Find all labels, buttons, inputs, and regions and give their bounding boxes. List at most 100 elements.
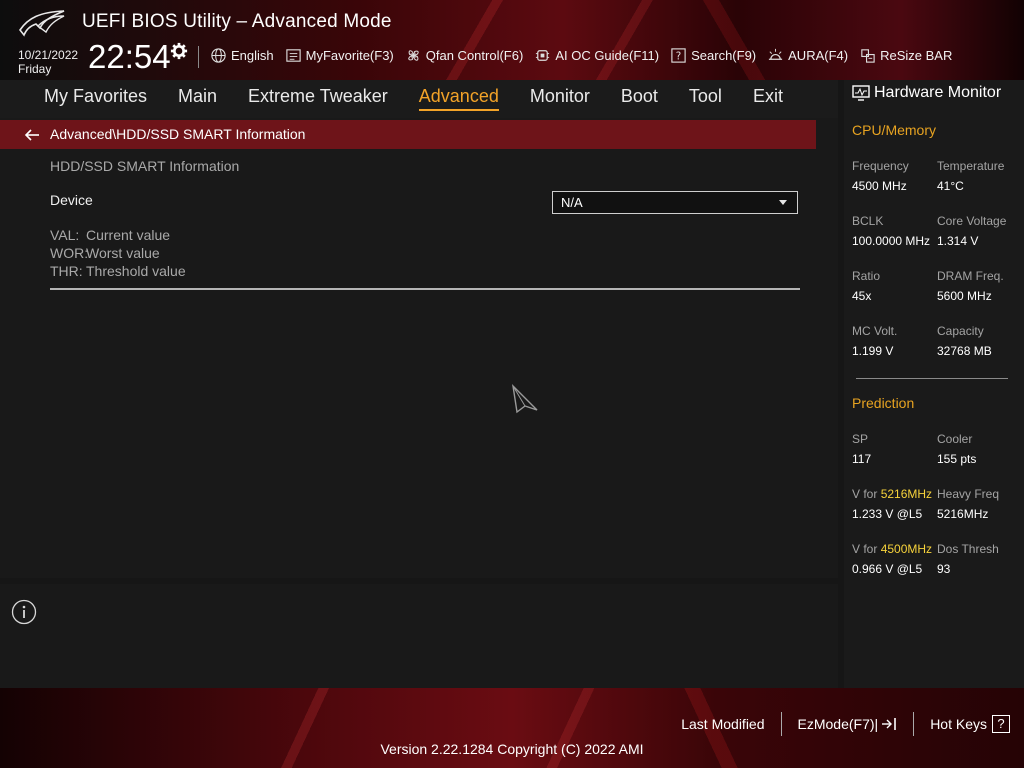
hw-sp: SP 117	[852, 432, 942, 466]
hardware-monitor-header: Hardware Monitor	[852, 84, 1001, 102]
exit-arrow-icon	[882, 718, 896, 730]
tab-my-favorites[interactable]: My Favorites	[44, 86, 147, 111]
resize-bar-button[interactable]: ReSize BAR	[859, 47, 952, 64]
hw-value: 0.966 V @L5	[852, 562, 923, 576]
breadcrumb-bar: Advanced\HDD/SSD SMART Information	[0, 120, 816, 149]
footer-divider	[780, 712, 782, 736]
main-panel: Advanced\HDD/SSD SMART Information HDD/S…	[0, 118, 838, 578]
favorite-list-icon	[285, 49, 301, 62]
footer-buttons: Last Modified EzMode(F7)| Hot Keys ?	[681, 712, 1010, 736]
legend-desc: Current value	[86, 227, 171, 243]
rog-logo-icon	[19, 10, 65, 37]
footer-bar: Last Modified EzMode(F7)| Hot Keys ? Ver…	[0, 688, 1024, 768]
globe-icon	[211, 48, 226, 63]
tab-monitor[interactable]: Monitor	[530, 86, 590, 111]
main-nav: My Favorites Main Extreme Tweaker Advanc…	[0, 80, 838, 118]
hw-label: V for 4500MHz	[852, 542, 942, 556]
ezmode-button[interactable]: EzMode(F7)|	[798, 716, 898, 732]
language-button[interactable]: English	[210, 47, 274, 64]
hw-value: 45x	[852, 289, 872, 303]
search-label: Search(F9)	[691, 48, 757, 63]
v-for-freq: 5216MHz	[880, 487, 933, 501]
device-label: Device	[50, 192, 93, 208]
toolbar: English MyFavorite(F3) Qfan Control(F6) …	[210, 47, 963, 64]
hw-core-voltage: Core Voltage 1.314 V	[937, 214, 1024, 248]
caret-down-icon	[779, 200, 787, 205]
hw-value: 1.233 V @L5	[852, 507, 923, 521]
hw-value: 32768 MB	[937, 344, 992, 358]
hw-value: 41°C	[937, 179, 964, 193]
hw-label: SP	[852, 432, 869, 446]
hw-label: Core Voltage	[937, 214, 1007, 228]
search-help-icon: ?	[671, 48, 686, 63]
device-dropdown[interactable]: N/A	[552, 191, 798, 214]
hw-value: 5216MHz	[937, 507, 989, 521]
tab-tool[interactable]: Tool	[689, 86, 722, 111]
breadcrumb: Advanced\HDD/SSD SMART Information	[50, 126, 306, 142]
last-modified-label: Last Modified	[681, 716, 765, 732]
last-modified-button[interactable]: Last Modified	[681, 716, 764, 732]
info-icon	[11, 599, 37, 625]
hw-mc-volt: MC Volt. 1.199 V	[852, 324, 942, 358]
hw-label: BCLK	[852, 214, 884, 228]
v-for-prefix: V for	[852, 487, 881, 501]
aura-light-icon	[769, 48, 783, 60]
device-dropdown-value: N/A	[561, 195, 583, 210]
v-for-prefix: V for	[852, 542, 881, 556]
gear-icon[interactable]	[170, 42, 188, 60]
day-text: Friday	[18, 62, 52, 76]
legend-desc: Threshold value	[86, 263, 186, 279]
hw-frequency: Frequency 4500 MHz	[852, 159, 942, 193]
hw-v-for-high: V for 5216MHz 1.233 V @L5	[852, 487, 942, 521]
footer-divider	[913, 712, 915, 736]
hw-dos-thresh: Dos Thresh 93	[937, 542, 1024, 576]
legend-key: VAL:	[50, 227, 80, 243]
hw-label: Frequency	[852, 159, 909, 173]
monitor-icon	[852, 85, 870, 101]
ai-oc-guide-button[interactable]: AI OC Guide(F11)	[534, 47, 659, 64]
hw-value: 100.0000 MHz	[852, 234, 931, 248]
hw-cooler: Cooler 155 pts	[937, 432, 1024, 466]
legend-desc: Worst value	[86, 245, 160, 261]
hw-value: 93	[937, 562, 951, 576]
tab-main[interactable]: Main	[178, 86, 217, 111]
legend-val: VAL: Current value	[50, 227, 170, 243]
hw-bclk: BCLK 100.0000 MHz	[852, 214, 942, 248]
legend-thr: THR: Threshold value	[50, 263, 186, 279]
aura-button[interactable]: AURA(F4)	[767, 47, 848, 64]
tab-advanced[interactable]: Advanced	[418, 86, 499, 111]
hot-keys-label: Hot Keys	[930, 716, 987, 732]
ai-oc-guide-label: AI OC Guide(F11)	[555, 48, 660, 63]
date-display: 10/21/2022 Friday	[18, 48, 78, 76]
ai-chip-icon	[536, 50, 550, 61]
tab-extreme-tweaker[interactable]: Extreme Tweaker	[248, 86, 388, 111]
tab-boot[interactable]: Boot	[621, 86, 658, 111]
prediction-title: Prediction	[852, 395, 915, 411]
fan-icon	[408, 50, 419, 61]
v-for-freq: 4500MHz	[880, 542, 933, 556]
tab-exit[interactable]: Exit	[753, 86, 783, 111]
legend-key: WOR:	[50, 245, 89, 261]
help-panel	[0, 584, 838, 688]
hw-value: 1.314 V	[937, 234, 979, 248]
top-header: UEFI BIOS Utility – Advanced Mode 10/21/…	[0, 0, 1024, 80]
clock-time: 22:54	[88, 38, 171, 75]
hot-keys-button[interactable]: Hot Keys ?	[930, 715, 1010, 733]
hw-label: V for 5216MHz	[852, 487, 942, 501]
hw-label: Temperature	[937, 159, 1005, 173]
qfan-control-label: Qfan Control(F6)	[425, 48, 524, 63]
hw-divider	[856, 378, 1008, 379]
myfavorite-button[interactable]: MyFavorite(F3)	[285, 47, 394, 64]
legend-wor: WOR:Worst value	[50, 245, 160, 261]
hw-value: 117	[852, 452, 872, 466]
hw-value: 5600 MHz	[937, 289, 992, 303]
hw-heavy-freq: Heavy Freq 5216MHz	[937, 487, 1024, 521]
hw-v-for-low: V for 4500MHz 0.966 V @L5	[852, 542, 942, 576]
ezmode-label: EzMode(F7)|	[797, 716, 879, 732]
resize-bar-label: ReSize BAR	[880, 48, 953, 63]
qfan-control-button[interactable]: Qfan Control(F6)	[405, 47, 524, 64]
section-divider	[50, 288, 800, 290]
nav-tabs: My Favorites Main Extreme Tweaker Advanc…	[44, 86, 814, 111]
back-arrow-icon[interactable]	[24, 127, 40, 143]
search-button[interactable]: ? Search(F9)	[670, 47, 756, 64]
